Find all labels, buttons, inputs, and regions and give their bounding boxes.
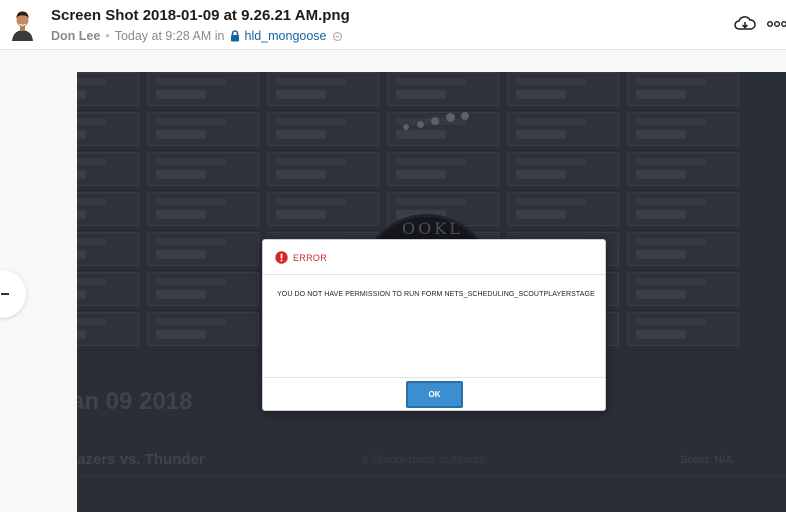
more-icon[interactable] (766, 12, 786, 36)
background-grid-cell (507, 152, 619, 186)
previous-file-button[interactable] (0, 270, 26, 318)
background-grid-cell (77, 232, 139, 266)
background-grid-cell (627, 192, 739, 226)
background-grid-cell (267, 72, 379, 106)
background-grid-cell (267, 192, 379, 226)
error-dialog: ERROR YOU DO NOT HAVE PERMISSION TO RUN … (262, 239, 606, 411)
ok-button[interactable]: OK (406, 381, 463, 408)
background-grid-cell (147, 272, 259, 306)
background-grid-cell (627, 232, 739, 266)
background-grid-cell (507, 192, 619, 226)
cloud-download-icon[interactable] (733, 12, 757, 36)
background-grid-cell (627, 312, 739, 346)
background-grid-cell (147, 192, 259, 226)
shared-channel-icon (332, 31, 342, 41)
background-grid-cell (507, 72, 619, 106)
background-grid-cell (77, 312, 139, 346)
date-heading: an 09 2018 (77, 388, 193, 415)
dialog-header: ERROR (263, 240, 605, 275)
error-icon (275, 251, 288, 264)
channel-link[interactable]: hld_mongoose (245, 29, 327, 43)
background-grid-cell (77, 272, 139, 306)
team-logo-text: OOKL (402, 219, 463, 238)
author-name[interactable]: Don Lee (51, 29, 100, 43)
background-grid-cell (627, 112, 739, 146)
background-grid-cell (147, 112, 259, 146)
background-grid-cell (627, 72, 739, 106)
dialog-divider (263, 377, 605, 378)
minus-icon (1, 293, 9, 295)
background-grid-cell (77, 192, 139, 226)
file-header: Screen Shot 2018-01-09 at 9.26.21 AM.png… (0, 0, 786, 50)
avatar[interactable] (9, 7, 36, 41)
background-grid-cell (387, 152, 499, 186)
background-grid-cell (147, 312, 259, 346)
dialog-title: ERROR (293, 253, 328, 263)
timestamp: Today at 9:28 AM in (114, 29, 225, 43)
lock-icon (230, 30, 240, 42)
background-grid-cell (77, 112, 139, 146)
background-grid-cell (267, 112, 379, 146)
background-grid-cell (387, 72, 499, 106)
file-meta: Don Lee • Today at 9:28 AM in hld_mongoo… (51, 29, 342, 43)
background-grid-cell (147, 152, 259, 186)
background-grid-cell (507, 112, 619, 146)
background-grid-cell (147, 232, 259, 266)
background-grid-cell (627, 152, 739, 186)
background-grid-cell (627, 272, 739, 306)
divider (77, 476, 786, 477)
game-subtitle: 9 Thunderbirds at Atlanta (362, 454, 485, 466)
background-grid-cell (77, 72, 139, 106)
background-grid-cell (77, 152, 139, 186)
scout-label: Scout: N/A (680, 454, 733, 466)
game-title: lazers vs. Thunder (77, 451, 205, 468)
file-title[interactable]: Screen Shot 2018-01-09 at 9.26.21 AM.png (51, 7, 350, 24)
meta-separator: • (105, 29, 110, 43)
background-grid-cell (147, 72, 259, 106)
dialog-message: YOU DO NOT HAVE PERMISSION TO RUN FORM N… (277, 291, 595, 298)
background-grid-cell (267, 152, 379, 186)
